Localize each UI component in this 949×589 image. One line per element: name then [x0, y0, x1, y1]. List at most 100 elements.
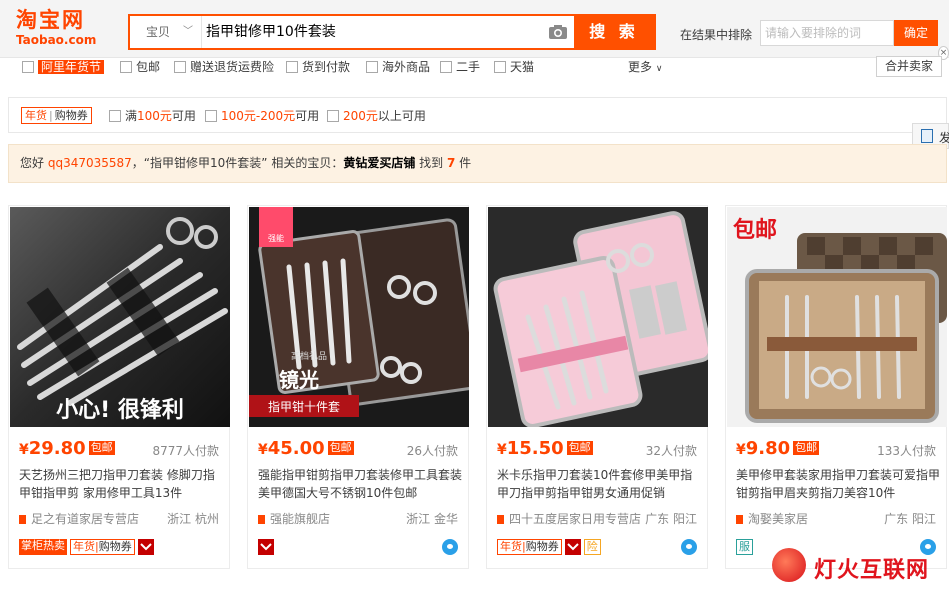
watermark-text: 灯火互联网 [814, 558, 930, 583]
product-title[interactable]: 天艺扬州三把刀指甲刀套装 修脚刀指甲钳指甲剪 家用修甲工具13件 [19, 466, 223, 502]
filter-label: 包邮 [136, 60, 161, 74]
checkbox[interactable] [22, 61, 34, 73]
notice-query: ，“指甲钳修甲10件套装” 相关的宝贝： [131, 156, 344, 170]
checkbox[interactable] [366, 61, 378, 73]
coupon-option[interactable]: 100元-200元可用 [205, 108, 319, 124]
checkbox[interactable] [120, 61, 132, 73]
product-image[interactable]: 强能 高档礼品 镜光 指甲钳十件套 [249, 207, 469, 427]
coupon-suffix: 可用 [171, 109, 196, 123]
checkbox[interactable] [494, 61, 506, 73]
chevron-down-icon: ∨ [655, 64, 663, 74]
image-caption: 小心! 很锋利 [56, 397, 184, 423]
product-card[interactable]: 强能 高档礼品 镜光 指甲钳十件套 ¥45.00 包邮 26人付款 强能指甲钳剪指… [247, 205, 469, 569]
exclude-confirm-button[interactable]: 确定 [894, 20, 938, 46]
sales-count: 32人付款 [645, 444, 697, 458]
product-image[interactable]: 小心! 很锋利 [10, 207, 230, 427]
wangwang-chat-icon[interactable] [681, 539, 697, 555]
coupon-tag: 年货 | 购物券 [21, 107, 92, 124]
wangwang-chat-icon[interactable] [442, 539, 458, 555]
exclude-input[interactable]: 请输入要排除的词 [760, 20, 894, 46]
product-title[interactable]: 米卡乐指甲刀套装10件套修甲美甲指甲刀指甲剪指甲钳男女通用促销 [497, 466, 701, 502]
checkbox[interactable] [205, 110, 217, 122]
shop-icon [497, 515, 504, 524]
shop-link[interactable]: 强能旗舰店 [258, 510, 330, 527]
checkbox[interactable] [109, 110, 121, 122]
filter-overseas[interactable]: 海外商品 [366, 59, 430, 75]
product-grid: 小心! 很锋利 ¥29.80 包邮 8777人付款 天艺扬州三把刀指甲刀套装 修脚… [8, 205, 949, 589]
search-button[interactable]: 搜 索 [574, 16, 654, 48]
shop-name: 四十五度居家日用专营店 [509, 512, 642, 526]
camera-icon[interactable] [548, 24, 568, 40]
product-title[interactable]: 强能指甲钳剪指甲刀套装修甲工具套装美甲德国大号不锈钢10件包邮 [258, 466, 462, 502]
search-input[interactable]: 指甲钳修甲10件套装 [206, 16, 546, 48]
shop-icon [736, 515, 743, 524]
filter-second-hand[interactable]: 二手 [440, 59, 480, 75]
image-caption-bottom: 指甲钳十件套 [268, 399, 340, 414]
taobao-logo[interactable]: 淘宝网 Taobao.com [16, 8, 116, 52]
service-badge[interactable]: 服 [736, 539, 753, 555]
filter-label: 阿里年货节 [38, 60, 105, 74]
image-caption: 镜光 [279, 368, 319, 392]
shop-icon [258, 515, 265, 524]
tmall-icon[interactable] [258, 539, 274, 555]
coupon-prefix: 满 [125, 109, 138, 123]
coupon-option[interactable]: 200元以上可用 [327, 108, 426, 124]
location: 浙江 金华 [406, 512, 458, 526]
filter-label: 货到付款 [302, 60, 351, 74]
coupon-option[interactable]: 满100元可用 [109, 108, 196, 124]
coupon-badge-right: 购物券 [98, 540, 132, 553]
brand-text: 强能 [268, 233, 284, 243]
currency-symbol: ¥ [19, 442, 29, 458]
product-price: ¥15.50 包邮 [497, 438, 593, 460]
free-shipping-badge: 包邮 [793, 441, 820, 455]
header: 淘宝网 Taobao.com 宝贝 ﹀ 指甲钳修甲10件套装 搜 索 在结果中排… [0, 0, 949, 58]
price-value: 15.50 [506, 438, 564, 459]
coupon-badge[interactable]: 年货|购物券 [497, 539, 562, 555]
free-shipping-badge: 包邮 [327, 441, 354, 455]
shop-name: 强能旗舰店 [270, 512, 331, 526]
filter-free-shipping[interactable]: 包邮 [120, 59, 160, 75]
coupon-tag-right: 购物券 [54, 109, 88, 122]
coupon-value: 200元 [343, 109, 378, 123]
product-card[interactable]: ¥15.50 包邮 32人付款 米卡乐指甲刀套装10件套修甲美甲指甲刀指甲剪指甲钳… [486, 205, 708, 569]
service-badges: 掌柜热卖 年货|购物券 [19, 539, 157, 557]
filter-return-insurance[interactable]: 赠送退货运费险 [174, 59, 274, 75]
logo-chinese: 淘宝网 [16, 8, 85, 32]
product-card[interactable]: 包邮 ¥9.80 包邮 133人付款 美甲修甲套装家用指甲刀套装可爱指甲钳剪指甲眉… [725, 205, 947, 569]
title-text: 米卡乐指甲刀套装10件套修甲美甲指甲刀指甲剪指甲钳男女通用促销 [497, 468, 693, 500]
checkbox[interactable] [174, 61, 186, 73]
image-caption: 包邮 [733, 217, 777, 243]
image-caption-top: 高档礼品 [291, 350, 327, 362]
product-image[interactable] [488, 207, 708, 427]
logo-english: Taobao.com [16, 33, 97, 47]
tmall-icon[interactable] [137, 539, 154, 555]
product-image[interactable]: 包邮 [727, 207, 947, 427]
shop-link[interactable]: 足之有道家居专营店 [19, 510, 139, 527]
shop-link[interactable]: 淘娶美家居 [736, 510, 808, 527]
shop-link[interactable]: 四十五度居家日用专营店 [497, 510, 641, 527]
product-title[interactable]: 美甲修甲套装家用指甲刀套装可爱指甲钳剪指甲眉夹剪指刀美容10件 [736, 466, 940, 502]
insurance-badge[interactable]: 险 [583, 539, 601, 555]
coupon-row: 年货 | 购物券 满100元可用 100元-200元可用 200元以上可用 [8, 97, 947, 133]
notice-user-link[interactable]: qq347035587 [48, 156, 132, 170]
more-filters-button[interactable]: 更多 ∨ [628, 59, 662, 75]
hot-seller-badge[interactable]: 掌柜热卖 [19, 539, 67, 555]
product-price: ¥29.80 包邮 [19, 438, 115, 460]
filter-nianhuo[interactable]: 阿里年货节 [22, 59, 105, 75]
coupon-tag-left: 年货 [25, 109, 47, 122]
checkbox[interactable] [440, 61, 452, 73]
filter-label: 二手 [456, 60, 481, 74]
filter-tmall[interactable]: 天猫 [494, 59, 534, 75]
coupon-value: 100元 [137, 109, 172, 123]
product-card[interactable]: 小心! 很锋利 ¥29.80 包邮 8777人付款 天艺扬州三把刀指甲刀套装 修脚… [8, 205, 230, 569]
price-value: 45.00 [267, 438, 325, 459]
notice-greeting: 您好 [20, 156, 45, 170]
search-type-select[interactable]: 宝贝 ﹀ [130, 16, 202, 48]
merge-sellers-button[interactable]: 合并卖家 [876, 56, 942, 77]
tmall-icon[interactable] [564, 539, 581, 555]
coupon-suffix: 可用 [295, 109, 320, 123]
checkbox[interactable] [286, 61, 298, 73]
checkbox[interactable] [327, 110, 339, 122]
filter-cod[interactable]: 货到付款 [286, 59, 350, 75]
coupon-badge[interactable]: 年货|购物券 [70, 539, 135, 555]
